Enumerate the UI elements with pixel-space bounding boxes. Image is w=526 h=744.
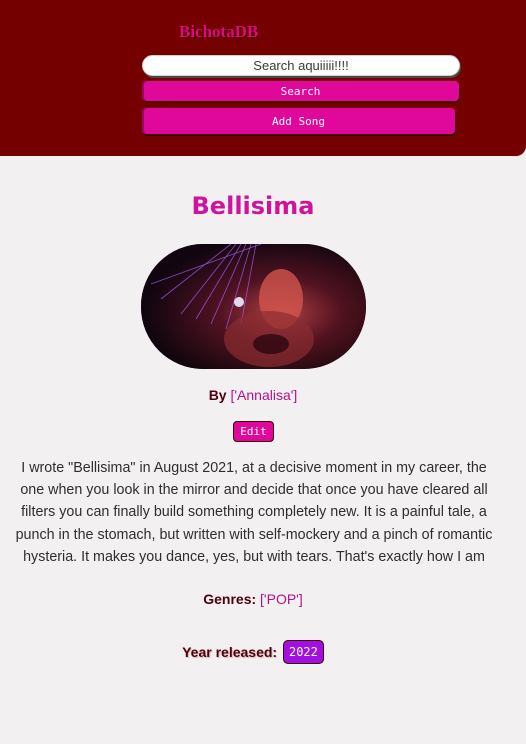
site-logo-title[interactable]: BichotaDB — [179, 22, 258, 42]
artist-line: By ['Annalisa'] — [0, 387, 506, 403]
song-description: I wrote "Bellisima" in August 2021, at a… — [15, 460, 493, 565]
artist-value: ['Annalisa'] — [230, 387, 298, 403]
search-input[interactable] — [142, 55, 460, 76]
year-badge: 2022 — [282, 640, 324, 664]
album-cover-image — [141, 244, 366, 369]
year-label: Year released: — [182, 644, 278, 660]
year-line: Year released: 2022 — [0, 640, 506, 664]
genres-line: Genres: ['POP'] — [0, 591, 506, 607]
edit-button[interactable]: Edit — [233, 421, 274, 442]
header-bar: BichotaDB Search Add Song — [0, 0, 526, 156]
song-title: Bellisima — [191, 192, 315, 220]
search-button[interactable]: Search — [142, 81, 459, 101]
artist-label: By — [208, 387, 227, 403]
add-song-button[interactable]: Add Song — [142, 108, 455, 134]
genres-label: Genres: — [203, 591, 257, 607]
genres-value: ['POP'] — [260, 591, 303, 607]
